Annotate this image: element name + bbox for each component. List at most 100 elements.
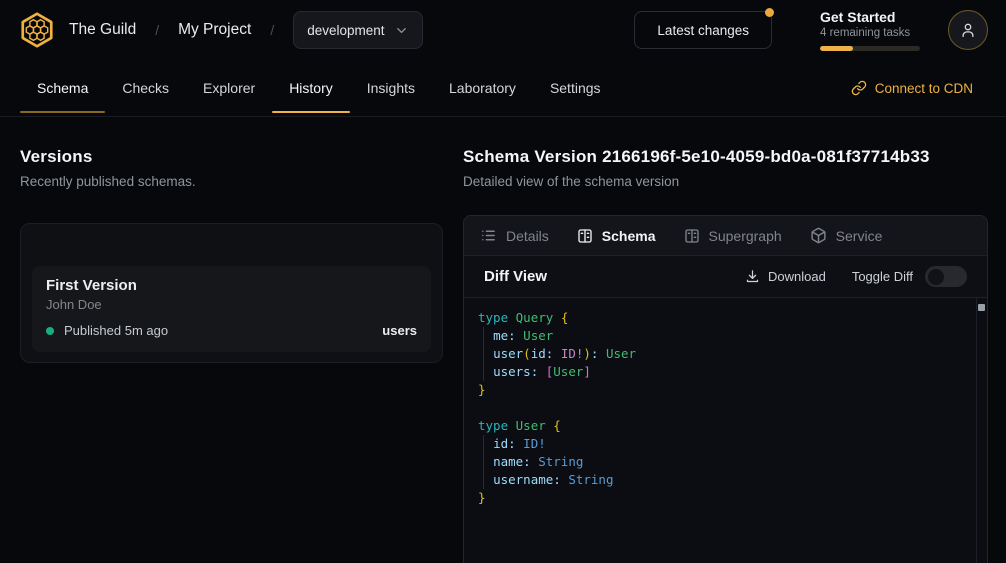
nav-tab-underline (272, 111, 350, 113)
code-token (508, 418, 516, 433)
latest-changes-button[interactable]: Latest changes (634, 11, 772, 49)
code-token: Query (516, 310, 554, 325)
breadcrumb-project[interactable]: My Project (178, 21, 251, 39)
detail-tab-schema[interactable]: Schema (577, 228, 656, 244)
code-token: User (606, 346, 636, 361)
code-line (478, 399, 963, 417)
version-detail-title: Schema Version 2166196f-5e10-4059-bd0a-0… (463, 147, 988, 167)
schema-code-viewer[interactable]: type Query { me: User user(id: ID!): Use… (464, 298, 987, 563)
target-nav: Schema Checks Explorer History Insights Labor… (0, 60, 1006, 117)
code-token: String (568, 472, 613, 487)
detail-tab-supergraph[interactable]: Supergraph (684, 228, 782, 244)
detail-tab-label: Schema (602, 228, 656, 244)
toggle-knob (928, 269, 944, 285)
chevron-down-icon (394, 23, 409, 38)
version-detail-tabs: Details Schema Supergraph Service (464, 216, 987, 256)
code-token: user (493, 346, 523, 361)
code-token (478, 364, 493, 379)
version-service-badge: users (382, 323, 417, 338)
code-token: { (561, 310, 569, 325)
nav-tab-label: History (289, 80, 333, 96)
code-token: User (516, 418, 546, 433)
code-token (478, 328, 493, 343)
breadcrumb-separator: / (155, 22, 159, 38)
code-line: user(id: ID!): User (478, 345, 963, 363)
version-status: Published 5m ago (64, 323, 168, 338)
indent-guide (483, 435, 484, 453)
nav-tab-history[interactable]: History (272, 60, 350, 116)
breadcrumb-org[interactable]: The Guild (69, 21, 136, 39)
detail-tab-label: Service (836, 228, 883, 244)
detail-tab-label: Supergraph (709, 228, 782, 244)
version-detail-panel: Schema Version 2166196f-5e10-4059-bd0a-0… (463, 117, 988, 563)
connect-to-cdn-label: Connect to CDN (875, 81, 973, 96)
nav-tabs: Schema Checks Explorer History Insights Labor… (20, 60, 618, 116)
version-detail-card: DetailsSchemaSupergraphService Diff View… (463, 215, 988, 563)
code-token (478, 346, 493, 361)
user-icon (959, 21, 977, 39)
nav-tab-laboratory[interactable]: Laboratory (432, 60, 533, 116)
connect-to-cdn-link[interactable]: Connect to CDN (851, 80, 973, 96)
get-started-progress-fill (820, 46, 853, 51)
nav-tab-underline (20, 111, 105, 113)
code-token: ID! (523, 436, 546, 451)
code-token (478, 472, 493, 487)
code-token: id: (493, 436, 516, 451)
nav-tab-schema[interactable]: Schema (20, 60, 105, 116)
box-icon (810, 227, 827, 244)
download-icon (745, 269, 760, 284)
breadcrumb-separator: / (270, 22, 274, 38)
code-token (598, 346, 606, 361)
nav-tab-checks[interactable]: Checks (105, 60, 186, 116)
indent-guide (483, 363, 484, 381)
nav-tab-settings[interactable]: Settings (533, 60, 618, 116)
code-token: ( (523, 346, 531, 361)
latest-changes-label: Latest changes (657, 23, 749, 38)
nav-tab-label: Explorer (203, 80, 255, 96)
code-line: type Query { (478, 309, 963, 327)
code-token: User (523, 328, 553, 343)
hive-logo-icon[interactable] (18, 11, 56, 49)
nav-tab-label: Checks (122, 80, 169, 96)
list-icon (480, 227, 497, 244)
code-line: username: String (478, 471, 963, 489)
version-list-item[interactable]: First Version John Doe Published 5m ago … (32, 266, 431, 352)
code-token: ] (583, 364, 591, 379)
code-line: name: String (478, 453, 963, 471)
nav-tab-label: Laboratory (449, 80, 516, 96)
download-button[interactable]: Download (745, 269, 826, 284)
indent-guide (483, 471, 484, 489)
indent-guide (483, 453, 484, 471)
code-token: type (478, 310, 508, 325)
nav-tab-insights[interactable]: Insights (350, 60, 432, 116)
published-status-dot (46, 327, 54, 335)
target-dropdown[interactable]: development (293, 11, 422, 49)
get-started-progressbar (820, 46, 920, 51)
nav-tab-explorer[interactable]: Explorer (186, 60, 272, 116)
version-author: John Doe (46, 297, 417, 312)
user-avatar-button[interactable] (948, 10, 988, 50)
code-token (538, 364, 546, 379)
columns-icon (577, 228, 593, 244)
code-token: String (538, 454, 583, 469)
toggle-diff-switch[interactable] (925, 266, 967, 287)
link-icon (851, 80, 867, 96)
version-detail-subtitle: Detailed view of the schema version (463, 174, 988, 189)
code-token (553, 310, 561, 325)
detail-tab-label: Details (506, 228, 549, 244)
versions-panel: Versions Recently published schemas. Fir… (0, 117, 463, 563)
code-line: id: ID! (478, 435, 963, 453)
get-started-widget[interactable]: Get Started 4 remaining tasks (820, 9, 920, 51)
code-scrollbar-thumb[interactable] (978, 304, 985, 311)
code-token: me: (493, 328, 516, 343)
indent-guide (483, 327, 484, 345)
version-name: First Version (46, 277, 417, 294)
code-token: users: (493, 364, 538, 379)
versions-list-card: First Version John Doe Published 5m ago … (20, 223, 443, 363)
nav-tab-label: Insights (367, 80, 415, 96)
detail-tab-service[interactable]: Service (810, 227, 883, 244)
code-line: } (478, 381, 963, 399)
code-line: } (478, 489, 963, 507)
code-scrollbar[interactable] (976, 298, 987, 563)
detail-tab-details[interactable]: Details (480, 227, 549, 244)
